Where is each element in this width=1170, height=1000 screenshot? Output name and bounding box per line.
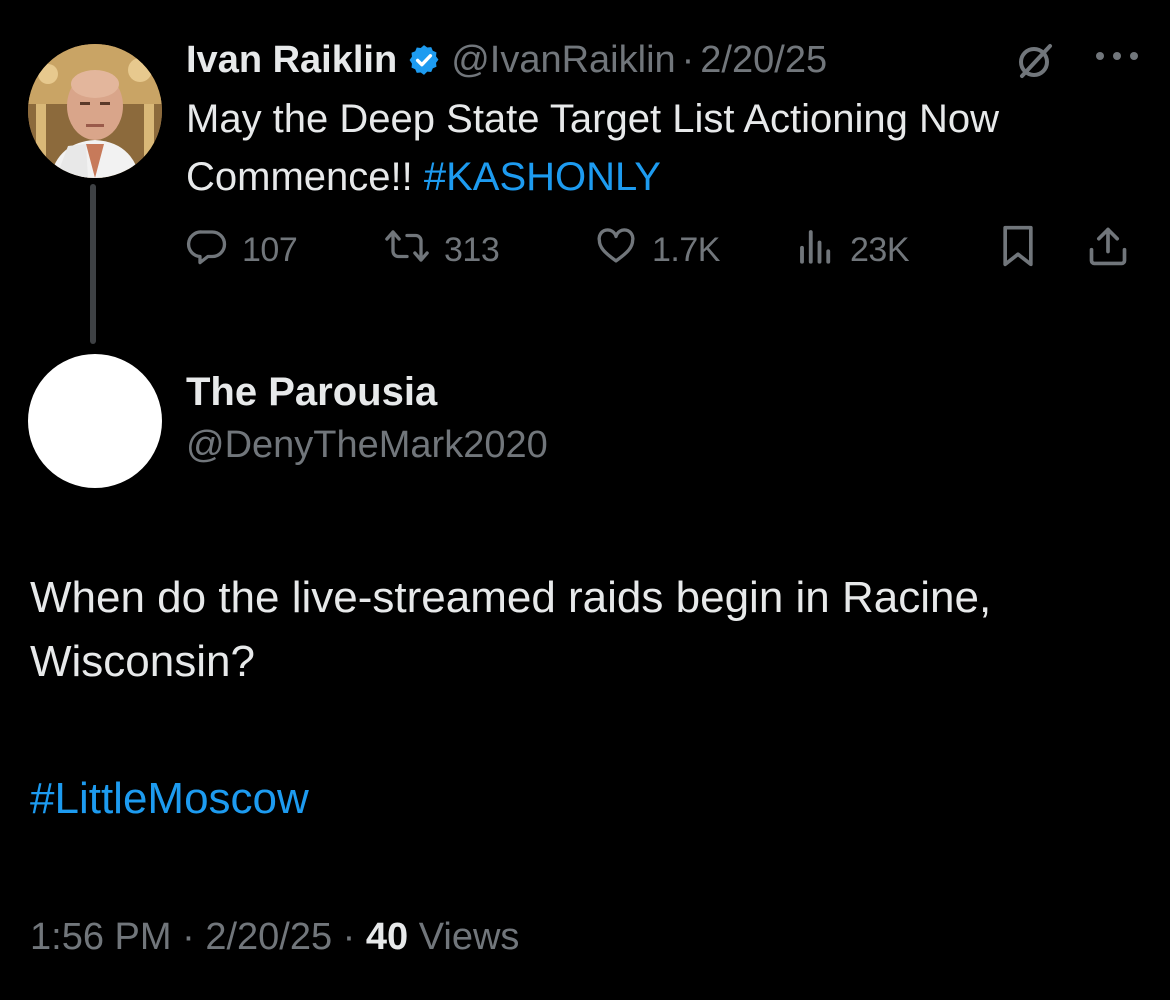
reply-count: 107 bbox=[242, 230, 298, 269]
separator-dot: · bbox=[681, 38, 695, 81]
tweet-thread: Ivan Raiklin @IvanRaiklin · 2/20/25 May … bbox=[0, 0, 1170, 1000]
reply-author-avatar[interactable] bbox=[28, 354, 162, 488]
more-icon[interactable] bbox=[1094, 48, 1140, 69]
share-button[interactable] bbox=[1086, 222, 1130, 278]
reply-hashtag-link[interactable]: #LittleMoscow bbox=[30, 774, 309, 824]
reply-views-label: Views bbox=[418, 916, 520, 958]
share-icon bbox=[1086, 224, 1130, 277]
author-name[interactable]: Ivan Raiklin bbox=[186, 39, 397, 82]
avatar-photo bbox=[28, 44, 162, 178]
separator-dot: · bbox=[342, 916, 356, 958]
views-button[interactable]: 23K bbox=[796, 222, 910, 278]
parent-tweet-header: Ivan Raiklin @IvanRaiklin · 2/20/25 bbox=[186, 32, 827, 88]
like-button[interactable]: 1.7K bbox=[594, 222, 720, 278]
bookmark-button[interactable] bbox=[998, 222, 1038, 278]
repost-icon bbox=[384, 225, 430, 276]
author-handle[interactable]: @IvanRaiklin bbox=[451, 39, 675, 82]
repost-count: 313 bbox=[444, 230, 500, 269]
views-count: 23K bbox=[850, 230, 910, 269]
like-icon bbox=[594, 225, 638, 276]
reply-views-count: 40 bbox=[365, 916, 409, 958]
tweet-time[interactable]: 1:56 PM bbox=[30, 916, 172, 958]
thread-connector-line bbox=[90, 184, 96, 344]
tweet-date[interactable]: 2/20/25 bbox=[700, 39, 827, 82]
reply-tweet-text: When do the live-streamed raids begin in… bbox=[30, 573, 992, 686]
reply-author-handle[interactable]: @DenyTheMark2020 bbox=[186, 424, 548, 467]
separator-dot: · bbox=[182, 916, 195, 958]
tweet-metadata: 1:56 PM · 2/20/25 · 40 Views bbox=[30, 916, 519, 959]
author-avatar[interactable] bbox=[28, 44, 162, 178]
reply-icon bbox=[186, 225, 228, 276]
repost-button[interactable]: 313 bbox=[384, 222, 500, 278]
hashtag-link[interactable]: #KASHONLY bbox=[424, 155, 661, 199]
reply-button[interactable]: 107 bbox=[186, 222, 298, 278]
verified-badge-icon bbox=[407, 43, 441, 77]
views-icon bbox=[796, 225, 836, 276]
bookmark-icon bbox=[998, 224, 1038, 277]
like-count: 1.7K bbox=[652, 230, 720, 269]
parent-tweet-text: May the Deep State Target List Actioning… bbox=[186, 90, 1146, 206]
tweet-date[interactable]: 2/20/25 bbox=[205, 916, 332, 958]
tweet-action-bar: 107 313 1.7K 23K bbox=[186, 222, 1146, 278]
grok-icon[interactable] bbox=[1014, 38, 1058, 87]
reply-author-name[interactable]: The Parousia bbox=[186, 370, 437, 415]
